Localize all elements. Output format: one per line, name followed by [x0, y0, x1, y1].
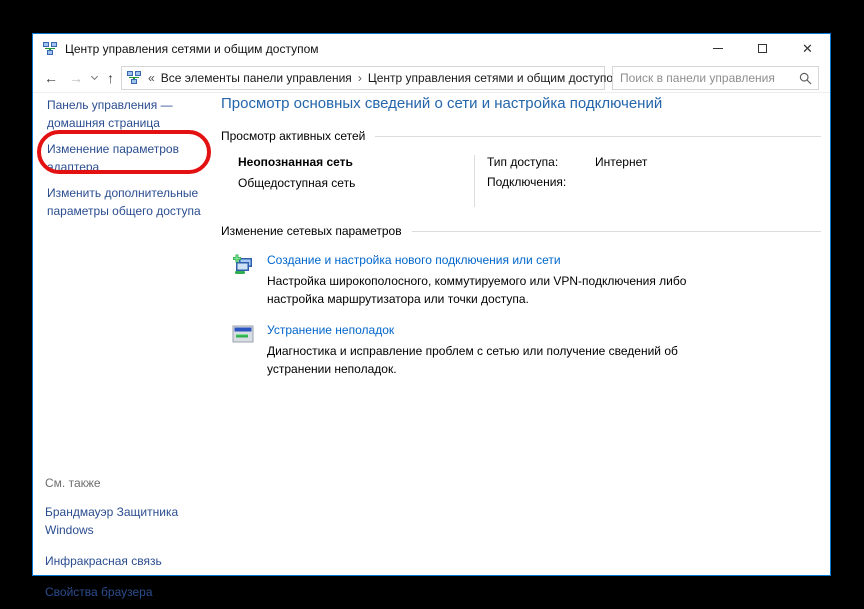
sidebar-item-change-adapter-settings[interactable]: Изменение параметров адаптера [43, 140, 217, 176]
minimize-button[interactable] [695, 34, 740, 63]
section-change-network-settings: Изменение сетевых параметров [221, 224, 821, 238]
section-label: Изменение сетевых параметров [221, 224, 402, 238]
close-button[interactable]: ✕ [785, 34, 830, 63]
breadcrumb-separator-icon[interactable]: › [358, 71, 362, 85]
page-title: Просмотр основных сведений о сети и наст… [221, 95, 821, 112]
new-connection-description: Настройка широкополосного, коммутируемог… [267, 272, 745, 308]
divider [375, 136, 821, 137]
sidebar-item-control-panel-home[interactable]: Панель управления — домашняя страница [43, 96, 217, 132]
troubleshoot-description: Диагностика и исправление проблем с сеть… [267, 342, 745, 378]
new-connection-link[interactable]: Создание и настройка нового подключения … [267, 253, 745, 267]
search-button[interactable] [792, 72, 818, 85]
network-details: Тип доступа: Интернет Подключения: [474, 155, 647, 207]
title-bar[interactable]: Центр управления сетями и общим доступом… [33, 34, 830, 63]
window-controls: ✕ [695, 34, 830, 63]
network-sharing-center-icon [42, 41, 58, 57]
network-name: Неопознанная сеть [238, 155, 474, 169]
breadcrumb-all-items[interactable]: Все элементы панели управления [161, 71, 352, 85]
network-identity: Неопознанная сеть Общедоступная сеть [238, 155, 474, 207]
breadcrumb-overflow[interactable]: « [148, 71, 155, 85]
sidebar-item-advanced-sharing-settings[interactable]: Изменить дополнительные параметры общего… [43, 184, 217, 220]
access-type-value: Интернет [595, 155, 647, 169]
network-sharing-center-icon [126, 70, 142, 86]
section-label: Просмотр активных сетей [221, 129, 365, 143]
maximize-button[interactable] [740, 34, 785, 63]
new-connection-icon [231, 253, 255, 277]
task-text: Устранение неполадок Диагностика и испра… [267, 323, 745, 378]
sidebar-tasks: Панель управления — домашняя страница Из… [43, 96, 217, 220]
search-icon [799, 72, 812, 85]
troubleshoot-icon [231, 323, 255, 347]
task-text: Создание и настройка нового подключения … [267, 253, 745, 308]
task-troubleshoot: Устранение неполадок Диагностика и испра… [231, 323, 821, 378]
divider [412, 231, 821, 232]
sidebar-item-windows-firewall[interactable]: Брандмауэр Защитника Windows [45, 503, 213, 539]
network-sharing-center-window: Центр управления сетями и общим доступом… [32, 33, 831, 576]
address-bar[interactable]: « Все элементы панели управления › Центр… [121, 66, 605, 90]
forward-button[interactable]: → [69, 70, 83, 86]
up-button[interactable]: ↑ [107, 70, 114, 86]
access-type-label: Тип доступа: [487, 155, 595, 169]
sidebar-item-internet-options[interactable]: Свойства браузера [45, 583, 213, 601]
search-input[interactable] [613, 67, 792, 89]
maximize-icon [758, 44, 767, 53]
breadcrumb-current-page[interactable]: Центр управления сетями и общим доступом [368, 71, 622, 85]
close-icon: ✕ [802, 42, 813, 55]
troubleshoot-link[interactable]: Устранение неполадок [267, 323, 745, 337]
connections-row: Подключения: [487, 175, 647, 189]
sidebar-item-infrared[interactable]: Инфракрасная связь [45, 552, 213, 570]
active-network-block: Неопознанная сеть Общедоступная сеть Тип… [238, 155, 821, 207]
access-type-row: Тип доступа: Интернет [487, 155, 647, 169]
task-new-connection: Создание и настройка нового подключения … [231, 253, 821, 308]
network-category: Общедоступная сеть [238, 176, 474, 190]
minimize-icon [713, 48, 723, 49]
connections-label: Подключения: [487, 175, 595, 189]
back-button[interactable]: ← [44, 70, 58, 86]
see-also-header: См. также [45, 476, 213, 490]
recent-pages-chevron-icon[interactable] [91, 73, 98, 80]
search-box [612, 66, 819, 90]
section-active-networks: Просмотр активных сетей [221, 129, 821, 143]
main-content: Просмотр основных сведений о сети и наст… [221, 90, 821, 378]
sidebar-see-also: См. также Брандмауэр Защитника Windows И… [45, 476, 213, 601]
navigation-bar: ← → ↑ « Все элементы панели управления ›… [33, 63, 830, 93]
window-title: Центр управления сетями и общим доступом [65, 42, 319, 56]
